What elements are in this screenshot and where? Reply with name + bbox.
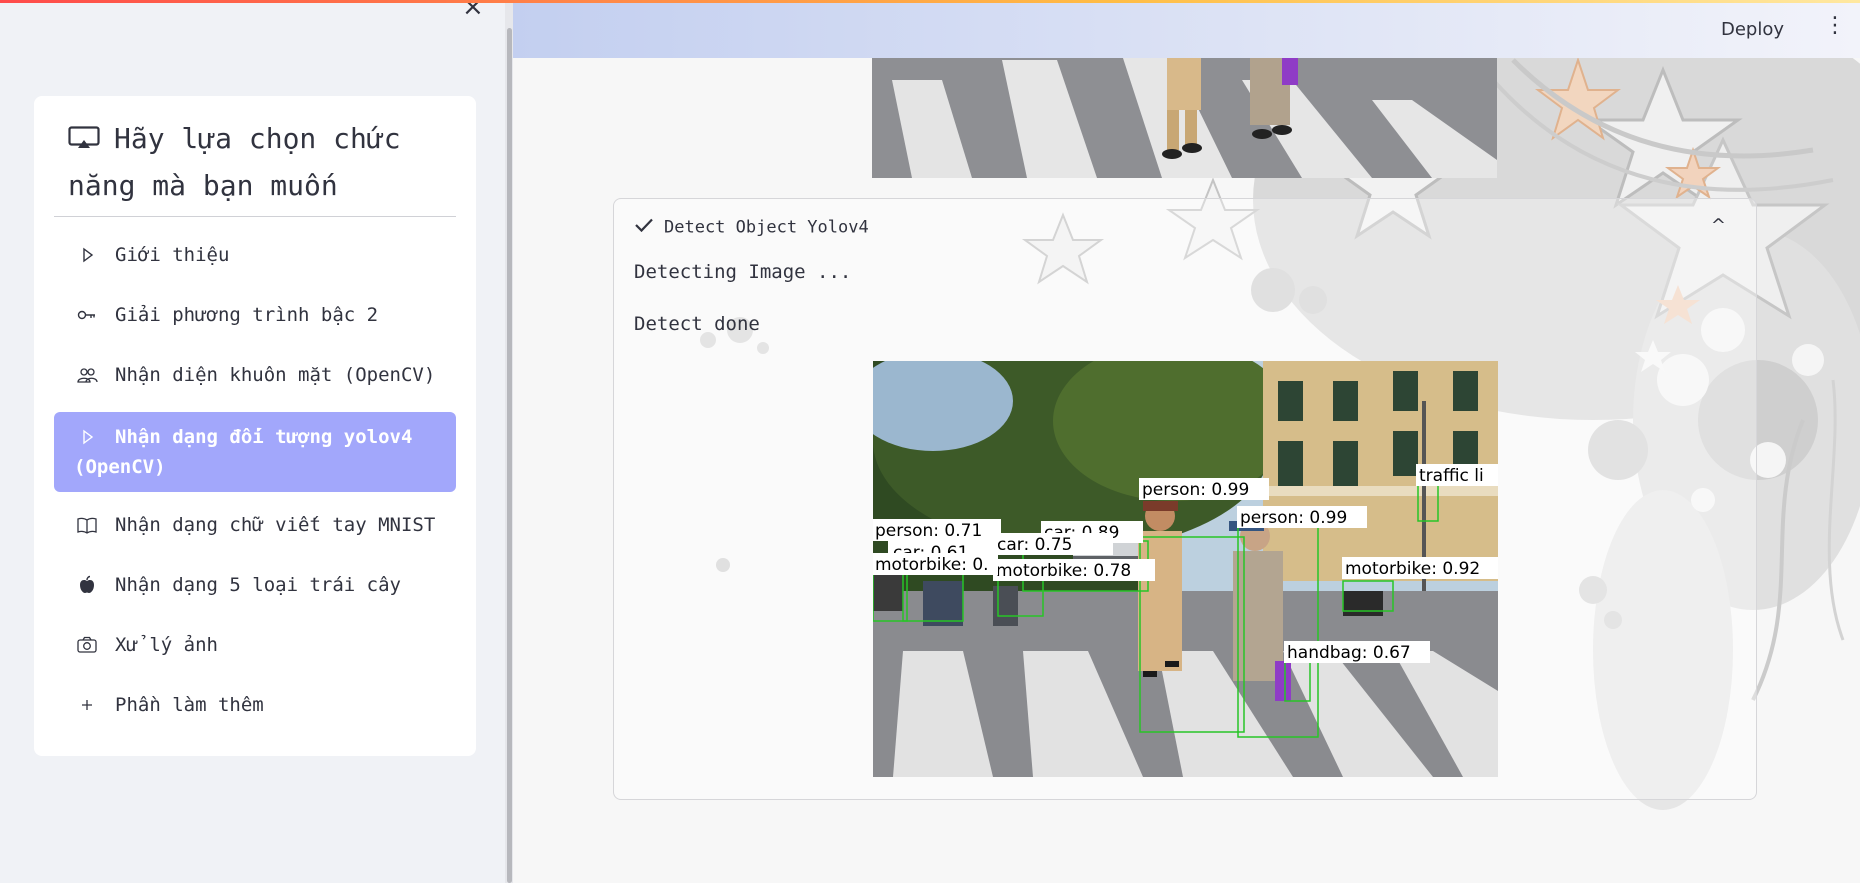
airplay-icon <box>68 118 100 163</box>
apple-icon <box>76 574 98 596</box>
people-icon <box>76 364 98 386</box>
det-label: motorbike: 0.92 <box>1345 559 1480 579</box>
key-icon <box>76 304 98 326</box>
menu-item-label: Nhận dạng 5 loại trái cây <box>115 574 401 596</box>
menu-header-text: Hãy lựa chọn chức năng mà bạn muốn <box>68 122 401 202</box>
det-label: person: 0.71 <box>875 521 982 541</box>
expander-title: Detect Object Yolov4 <box>664 217 869 238</box>
det-label: motorbike: 0. <box>875 555 989 575</box>
check-icon <box>634 217 654 238</box>
menu-item-label: Nhận dạng đối tượng yolov4 (OpenCV) <box>74 426 413 478</box>
main-area: Deploy ⋮ Detect Object Yolov4 ^ Detectin… <box>513 0 1860 883</box>
play-icon <box>76 244 98 266</box>
top-bar: Deploy ⋮ <box>513 0 1860 58</box>
status-detecting: Detecting Image ... <box>634 261 852 283</box>
chevron-up-icon[interactable]: ^ <box>1711 215 1726 236</box>
plus-icon <box>76 694 98 716</box>
detection-result-image: person: 0.99 person: 0.99 person: 0.71 c… <box>873 361 1498 777</box>
detect-expander: Detect Object Yolov4 ^ Detecting Image .… <box>613 198 1757 800</box>
status-done: Detect done <box>634 313 760 335</box>
menu-item-label: Nhận dạng chữ viết tay MNIST <box>115 514 436 536</box>
menu-item-label: Phần làm thêm <box>115 694 264 716</box>
menu-item-label: Nhận diện khuôn mặt (OpenCV) <box>115 364 436 386</box>
camera-icon <box>76 634 98 656</box>
det-label: person: 0.99 <box>1142 480 1249 500</box>
det-label: person: 0.99 <box>1240 508 1347 528</box>
kebab-icon[interactable]: ⋮ <box>1824 15 1846 37</box>
det-label: traffic li <box>1419 466 1484 486</box>
det-label: handbag: 0.67 <box>1287 643 1411 663</box>
top-decoration-bar <box>0 0 1860 3</box>
menu-header: Hãy lựa chọn chức năng mà bạn muốn <box>68 116 448 208</box>
sidebar-scrollbar[interactable] <box>507 28 512 883</box>
det-label: car: 0.75 <box>997 535 1072 555</box>
book-icon <box>76 514 98 536</box>
menu-divider <box>54 216 456 217</box>
menu-item-label: Giải phương trình bậc 2 <box>115 304 379 326</box>
close-icon[interactable]: × <box>462 0 484 20</box>
option-menu: Hãy lựa chọn chức năng mà bạn muốn Giới … <box>34 96 476 756</box>
menu-item-label: Giới thiệu <box>115 244 230 266</box>
sidebar: × Hãy lựa chọn chức năng mà bạn muốn Giớ… <box>0 0 505 883</box>
menu-item-nhan-dang-yolov4[interactable]: Nhận dạng đối tượng yolov4 (OpenCV) <box>54 412 456 492</box>
expander-header[interactable]: Detect Object Yolov4 <box>634 217 869 238</box>
det-label: motorbike: 0.78 <box>996 561 1131 581</box>
previous-image <box>872 40 1497 178</box>
menu-item-label: Xử lý ảnh <box>115 634 218 656</box>
deploy-button[interactable]: Deploy <box>1715 18 1790 41</box>
